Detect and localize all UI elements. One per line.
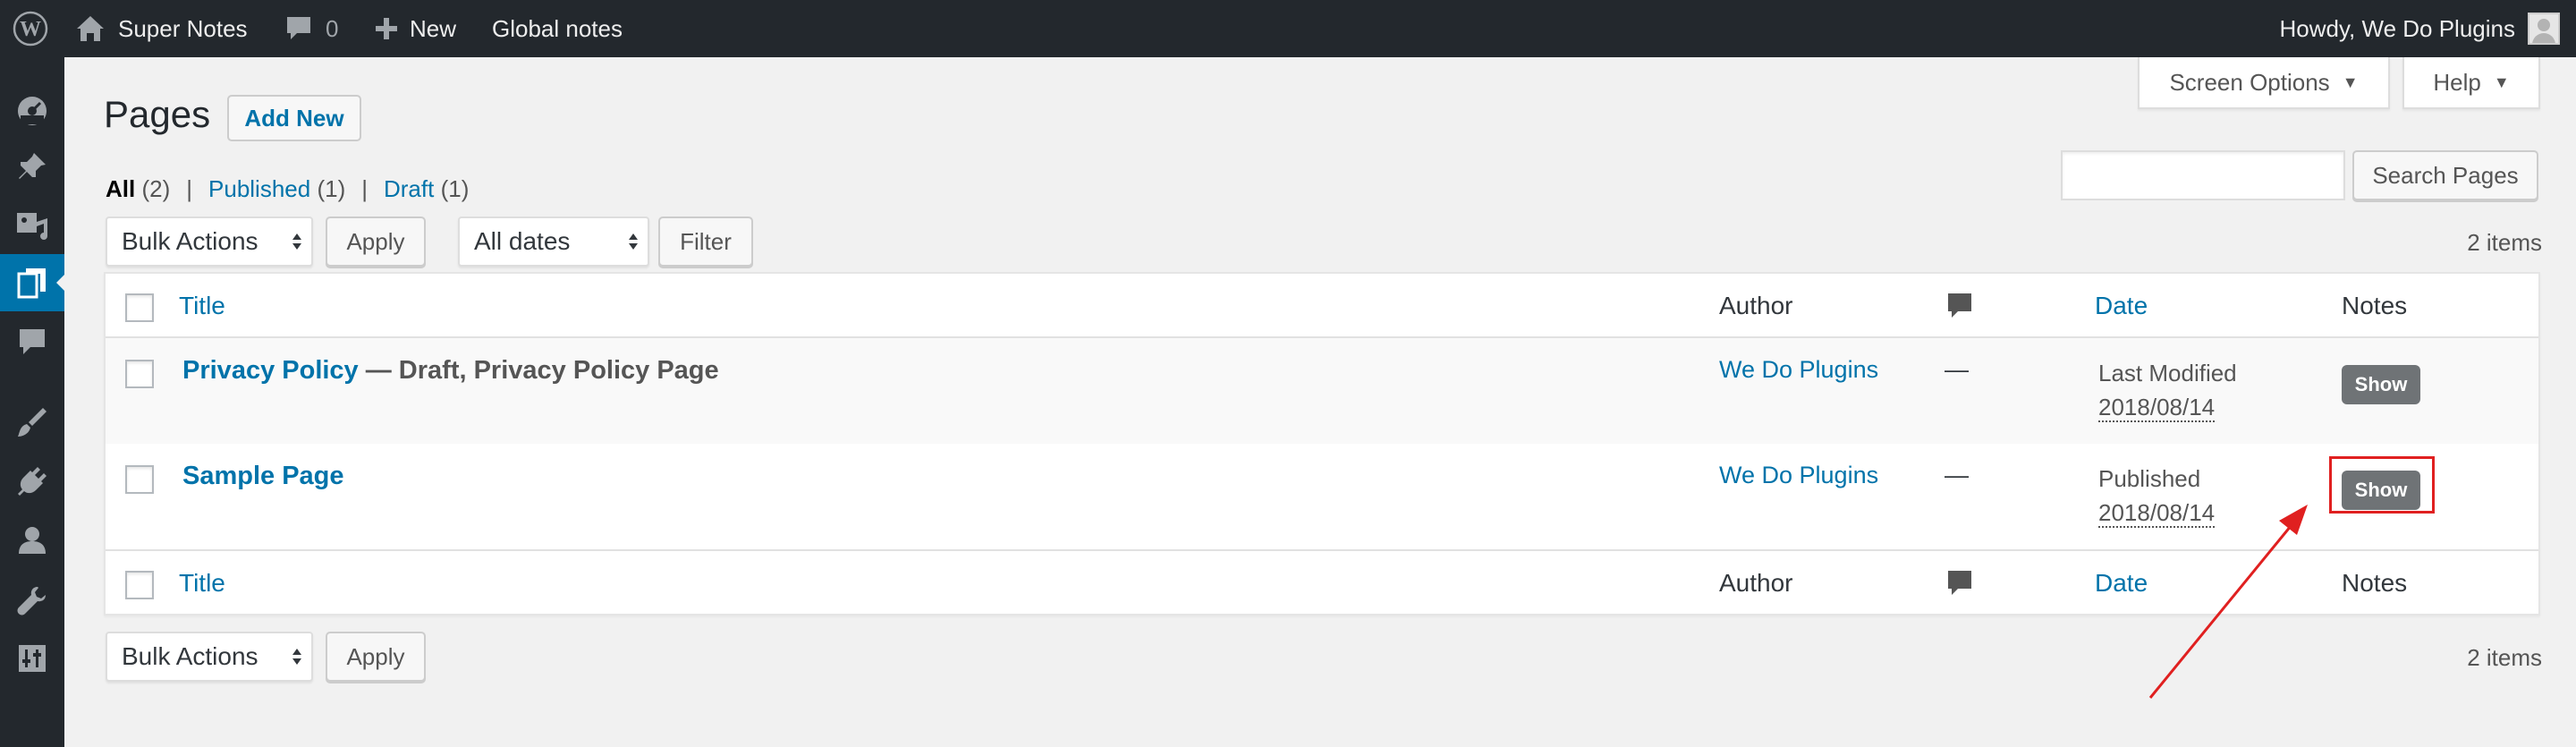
help-label: Help	[2433, 68, 2481, 96]
row-post-state: — Draft, Privacy Policy Page	[365, 356, 719, 385]
help-button[interactable]: Help ▼	[2402, 57, 2540, 109]
caret-down-icon: ▼	[2342, 72, 2359, 91]
page-title: Pages	[104, 93, 211, 135]
column-comments-icon[interactable]	[1946, 292, 1973, 325]
active-menu-arrow	[56, 274, 65, 292]
column-title[interactable]: Title	[179, 569, 225, 598]
settings-icon[interactable]	[0, 630, 64, 687]
svg-text:W: W	[20, 18, 41, 41]
media-icon[interactable]	[0, 197, 64, 254]
show-notes-button[interactable]: Show	[2342, 365, 2420, 404]
comments-count: 0	[326, 14, 339, 42]
wordpress-logo-icon[interactable]: W	[13, 0, 48, 57]
account-menu[interactable]: Howdy, We Do Plugins	[2280, 0, 2560, 57]
row-comments: —	[1945, 462, 1969, 488]
select-arrows-icon	[292, 233, 301, 250]
howdy-text: Howdy, We Do Plugins	[2279, 14, 2515, 42]
row-author[interactable]: We Do Plugins	[1719, 462, 1878, 489]
row-title: Privacy Policy — Draft, Privacy Policy P…	[182, 356, 719, 386]
column-comments-icon[interactable]	[1946, 569, 1973, 602]
home-icon	[75, 14, 106, 43]
bulk-actions-value: Bulk Actions	[122, 227, 258, 255]
column-date[interactable]: Date	[2095, 292, 2148, 320]
admin-bar: W Super Notes 0 New Global notes Howdy, …	[0, 0, 2576, 57]
site-home-link[interactable]: Super Notes	[75, 0, 248, 57]
table-row: Privacy Policy — Draft, Privacy Policy P…	[106, 338, 2538, 444]
row-title: Sample Page	[182, 462, 344, 491]
column-author: Author	[1719, 292, 1793, 319]
annotation-highlight-box	[2329, 456, 2435, 514]
plugins-icon[interactable]	[0, 453, 64, 510]
search-pages-button[interactable]: Search Pages	[2352, 150, 2538, 200]
new-content-link[interactable]: New	[374, 0, 456, 57]
column-notes: Notes	[2342, 569, 2408, 597]
comments-icon[interactable]	[0, 313, 64, 370]
dashboard-icon[interactable]	[0, 81, 64, 138]
tools-icon[interactable]	[0, 573, 64, 630]
row-title-link[interactable]: Sample Page	[182, 462, 344, 490]
column-notes: Notes	[2342, 292, 2408, 319]
add-new-button[interactable]: Add New	[227, 95, 361, 141]
bulk-actions-value: Bulk Actions	[122, 642, 258, 670]
row-checkbox[interactable]	[125, 465, 154, 494]
select-arrows-icon	[292, 649, 301, 665]
caret-down-icon: ▼	[2493, 72, 2510, 91]
pin-icon[interactable]	[0, 138, 64, 195]
row-date-status: Last Modified	[2098, 360, 2237, 386]
filter-button[interactable]: Filter	[658, 216, 753, 267]
screen-options-button[interactable]: Screen Options ▼	[2138, 57, 2390, 109]
global-notes-link[interactable]: Global notes	[492, 0, 623, 57]
row-title-link[interactable]: Privacy Policy	[182, 356, 359, 385]
row-checkbox[interactable]	[125, 360, 154, 388]
users-icon[interactable]	[0, 512, 64, 569]
comment-bubble-icon	[284, 15, 313, 42]
filter-separator: |	[186, 175, 193, 202]
row-author[interactable]: We Do Plugins	[1719, 356, 1878, 384]
search-input[interactable]	[2061, 150, 2345, 200]
pages-icon[interactable]	[0, 254, 65, 311]
new-label: New	[410, 14, 457, 42]
items-count: 2 items	[2467, 229, 2542, 256]
status-filters: All (2) | Published (1) | Draft (1)	[106, 175, 469, 203]
column-author: Author	[1719, 569, 1793, 597]
screen-options-label: Screen Options	[2169, 68, 2330, 96]
table-header: Title Author Date Notes	[106, 274, 2538, 338]
apply-button-bottom[interactable]: Apply	[326, 632, 426, 682]
avatar	[2528, 13, 2560, 45]
items-count-bottom: 2 items	[2467, 644, 2542, 671]
apply-button[interactable]: Apply	[326, 216, 426, 267]
date-filter-value: All dates	[474, 227, 571, 255]
filter-all[interactable]: All (2)	[106, 175, 170, 203]
plus-icon	[374, 16, 399, 41]
filter-separator: |	[361, 175, 368, 202]
filter-published[interactable]: Published (1)	[208, 175, 345, 203]
bulk-actions-select[interactable]: Bulk Actions	[106, 216, 313, 267]
row-date-value: 2018/08/14	[2098, 394, 2216, 422]
comments-link[interactable]: 0	[284, 0, 338, 57]
row-date: Last Modified 2018/08/14	[2098, 356, 2237, 424]
admin-sidebar	[0, 57, 65, 747]
bulk-actions-select-bottom[interactable]: Bulk Actions	[106, 632, 313, 682]
filter-draft[interactable]: Draft (1)	[384, 175, 469, 203]
date-filter-select[interactable]: All dates	[458, 216, 649, 267]
appearance-icon[interactable]	[0, 394, 64, 451]
select-all-checkbox[interactable]	[125, 571, 154, 599]
annotation-arrow-icon	[2148, 505, 2308, 699]
column-title[interactable]: Title	[179, 292, 225, 320]
select-arrows-icon	[629, 233, 638, 250]
global-notes-label: Global notes	[492, 14, 623, 42]
site-name: Super Notes	[118, 14, 248, 42]
row-comments: —	[1945, 356, 1969, 383]
select-all-checkbox[interactable]	[125, 293, 154, 322]
